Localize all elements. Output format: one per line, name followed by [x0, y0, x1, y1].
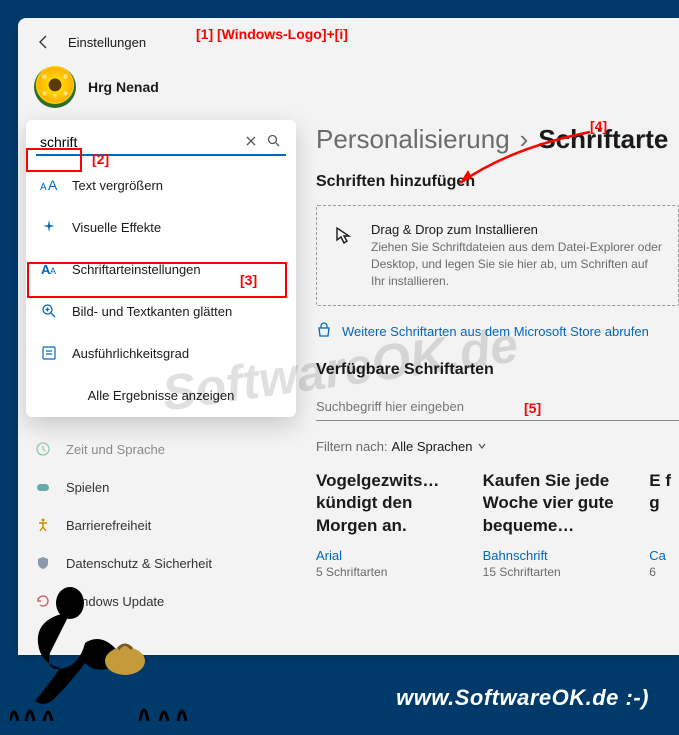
nav-label: Barrierefreiheit: [66, 518, 151, 533]
shield-icon: [34, 554, 52, 572]
nav-label: Spielen: [66, 480, 109, 495]
breadcrumb-current: Schriftarte: [538, 124, 668, 155]
result-visual-effects[interactable]: Visuelle Effekte: [26, 206, 296, 248]
breadcrumb: Personalisierung › Schriftarte: [316, 124, 679, 173]
nav-windows-update[interactable]: Windows Update: [22, 582, 294, 620]
nav-time-language[interactable]: Zeit und Sprache: [22, 430, 294, 468]
text-size-icon: AA: [40, 176, 58, 194]
search-icon[interactable]: [267, 134, 280, 152]
store-icon: [316, 322, 332, 341]
result-text-size[interactable]: AA Text vergrößern: [26, 164, 296, 206]
username: Hrg Nenad: [88, 79, 159, 95]
nav-label: Windows Update: [66, 594, 164, 609]
settings-window: Einstellungen Hrg Nenad: [18, 18, 679, 655]
result-label: Bild- und Textkanten glätten: [72, 304, 232, 319]
sidebar: AA Text vergrößern Visuelle Effekte AA S…: [18, 120, 298, 620]
clock-icon: [34, 440, 52, 458]
back-button[interactable]: [34, 32, 54, 52]
arrow-left-icon: [36, 34, 52, 50]
result-label: Text vergrößern: [72, 178, 163, 193]
font-count: 5 Schriftarten: [316, 565, 455, 579]
font-preview: Vogelgezwits… kündigt den Morgen an.: [316, 470, 455, 540]
add-fonts-title: Schriften hinzufügen: [316, 173, 679, 191]
svg-text:A: A: [50, 266, 56, 276]
result-font-settings[interactable]: AA Schriftarteinstellungen: [26, 248, 296, 290]
search-dropdown: AA Text vergrößern Visuelle Effekte AA S…: [26, 120, 296, 417]
window-header: Einstellungen: [18, 18, 679, 60]
font-icon: AA: [40, 260, 58, 278]
user-row[interactable]: Hrg Nenad: [18, 60, 679, 120]
game-icon: [34, 478, 52, 496]
store-link-text: Weitere Schriftarten aus dem Microsoft S…: [342, 324, 649, 339]
dropzone-desc: Ziehen Sie Schriftdateien aus dem Datei-…: [371, 239, 664, 289]
drag-drop-icon: [331, 222, 357, 289]
available-fonts-title: Verfügbare Schriftarten: [316, 361, 679, 379]
font-preview: Kaufen Sie jede Woche vier gute bequeme…: [483, 470, 622, 540]
font-card-bahnschrift[interactable]: Kaufen Sie jede Woche vier gute bequeme……: [483, 470, 622, 579]
font-card-arial[interactable]: Vogelgezwits… kündigt den Morgen an. Ari…: [316, 470, 455, 579]
nav-label: Zeit und Sprache: [66, 442, 165, 457]
font-preview: E f g: [649, 470, 679, 540]
chevron-down-icon: [477, 439, 487, 454]
main-content: Personalisierung › Schriftarte Schriften…: [298, 120, 679, 620]
nav-gaming[interactable]: Spielen: [22, 468, 294, 506]
filter-value: Alle Sprachen: [392, 439, 473, 454]
result-label: Ausführlichkeitsgrad: [72, 346, 189, 361]
breadcrumb-parent[interactable]: Personalisierung: [316, 124, 510, 155]
result-verbosity[interactable]: Ausführlichkeitsgrad: [26, 332, 296, 374]
font-count: 15 Schriftarten: [483, 565, 622, 579]
chevron-right-icon: ›: [520, 124, 529, 155]
font-name: Ca: [649, 548, 679, 563]
nav-accessibility[interactable]: Barrierefreiheit: [22, 506, 294, 544]
header-title: Einstellungen: [68, 35, 146, 50]
all-results-link[interactable]: Alle Ergebnisse anzeigen: [26, 374, 296, 417]
result-label: Schriftarteinstellungen: [72, 262, 201, 277]
font-name: Bahnschrift: [483, 548, 622, 563]
dropzone[interactable]: Drag & Drop zum Installieren Ziehen Sie …: [316, 205, 679, 306]
result-label: Visuelle Effekte: [72, 220, 161, 235]
filter-label: Filtern nach:: [316, 439, 388, 454]
magnify-plus-icon: [40, 302, 58, 320]
font-name: Arial: [316, 548, 455, 563]
detail-icon: [40, 344, 58, 362]
accessibility-icon: [34, 516, 52, 534]
result-smooth-edges[interactable]: Bild- und Textkanten glätten: [26, 290, 296, 332]
nav-privacy-security[interactable]: Datenschutz & Sicherheit: [22, 544, 294, 582]
clear-icon[interactable]: [245, 134, 257, 152]
store-link[interactable]: Weitere Schriftarten aus dem Microsoft S…: [316, 306, 679, 361]
footer-url: www.SoftwareOK.de :-): [396, 685, 649, 711]
font-card-partial[interactable]: E f g Ca 6: [649, 470, 679, 579]
svg-text:A: A: [40, 182, 47, 193]
font-count: 6: [649, 565, 679, 579]
nav-label: Datenschutz & Sicherheit: [66, 556, 212, 571]
update-icon: [34, 592, 52, 610]
svg-text:A: A: [48, 177, 58, 193]
dropzone-title: Drag & Drop zum Installieren: [371, 222, 664, 237]
font-grid: Vogelgezwits… kündigt den Morgen an. Ari…: [316, 470, 679, 579]
filter-row[interactable]: Filtern nach: Alle Sprachen: [316, 439, 679, 454]
sparkle-icon: [40, 218, 58, 236]
avatar: [34, 66, 76, 108]
font-search-input[interactable]: [316, 393, 679, 421]
